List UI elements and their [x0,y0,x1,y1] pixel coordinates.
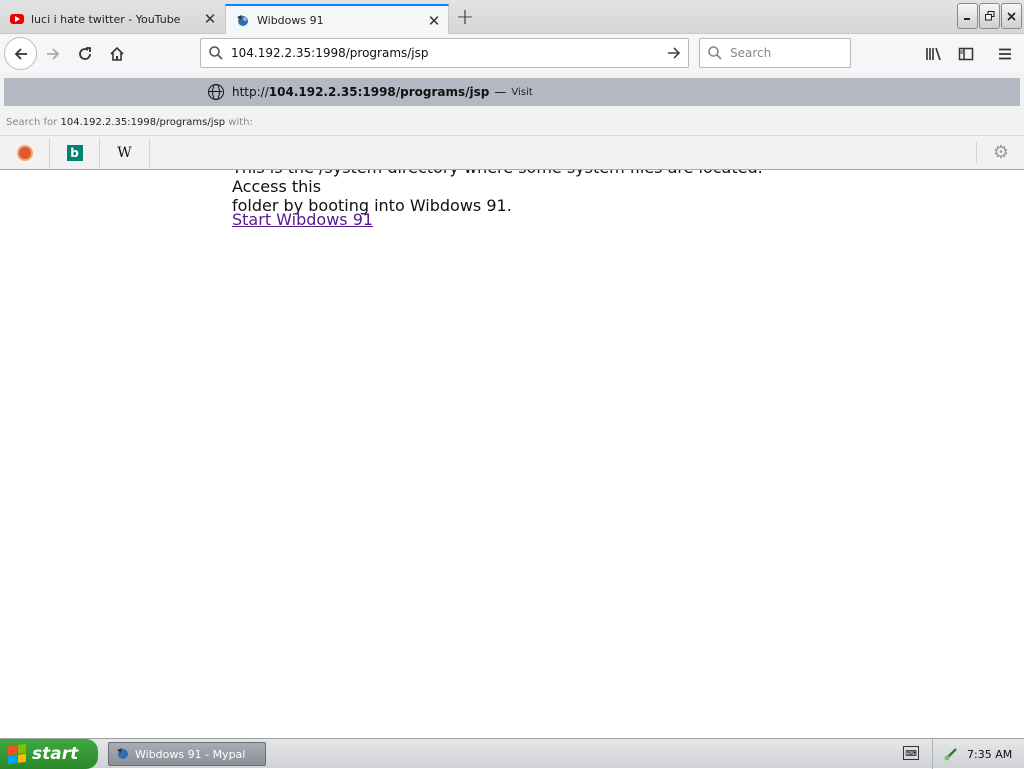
restore-button[interactable] [979,3,1000,29]
back-button[interactable] [4,37,37,70]
start-wibdows-link[interactable]: Start Wibdows 91 [232,210,373,229]
window-controls [957,3,1022,29]
start-button[interactable]: start [0,739,98,769]
url-dropdown: http://104.192.2.35:1998/programs/jsp — … [0,73,1024,170]
search-placeholder: Search [730,46,772,60]
search-for-prefix: Search for [6,117,58,128]
close-tab-icon[interactable]: ✕ [424,11,444,31]
navigation-toolbar: 104.192.2.35:1998/programs/jsp Search [0,34,1024,73]
hamburger-menu-icon [999,48,1011,60]
search-engine-bar: b W ⚙ [0,135,1024,169]
system-tray: 7:35 AM [932,739,1024,769]
suggestion-dash: — [494,85,507,99]
youtube-icon [9,12,24,27]
search-for-suffix: with: [228,117,253,128]
tab-title: luci i hate twitter - YouTube [31,12,181,26]
taskbar-item-label: Wibdows 91 - Mypal [135,747,246,761]
taskbar-item-mypal[interactable]: Wibdows 91 - Mypal [108,742,266,766]
url-suggestion-row[interactable]: http://104.192.2.35:1998/programs/jsp — … [4,78,1020,106]
suggestion-prefix: http:// [232,85,269,99]
search-icon [700,45,730,61]
new-tab-button[interactable]: + [452,5,478,30]
wikipedia-engine-button[interactable]: W [100,137,150,168]
keyboard-icon[interactable]: ⌨ [903,746,919,760]
bing-engine-button[interactable]: b [50,137,100,168]
search-icon [201,45,231,61]
clock[interactable]: 7:35 AM [967,748,1012,761]
go-arrow-icon[interactable] [660,45,688,61]
sidebar-button[interactable] [952,40,980,68]
tab-wibdows[interactable]: Wibdows 91 ✕ [225,4,449,35]
forward-arrow-icon [47,48,60,60]
taskbar: start Wibdows 91 - Mypal ⌨ 7:35 AM [0,738,1024,769]
reload-button[interactable] [71,40,99,68]
search-for-label: Search for 104.192.2.35:1998/programs/js… [6,117,253,128]
start-label: start [32,744,79,764]
home-icon [110,46,124,61]
reload-icon [79,47,91,60]
menu-button[interactable] [991,40,1019,68]
suggestion-url: 104.192.2.35:1998/programs/jsp [268,85,490,99]
search-field[interactable]: Search [699,38,851,68]
close-tab-icon[interactable]: ✕ [200,9,220,29]
minimize-button[interactable] [957,3,978,29]
bing-icon: b [66,144,83,161]
tab-title: Wibdows 91 [257,14,324,27]
back-arrow-icon [14,47,27,60]
mypal-icon [115,746,131,762]
close-window-button[interactable] [1001,3,1022,29]
library-icon [926,47,941,61]
url-bar[interactable]: 104.192.2.35:1998/programs/jsp [200,38,689,68]
search-for-term: 104.192.2.35:1998/programs/jsp [60,117,226,128]
tab-youtube[interactable]: luci i hate twitter - YouTube ✕ [0,4,224,34]
duckduckgo-engine-button[interactable] [0,137,50,168]
windows-flag-icon [8,743,26,765]
forward-button[interactable] [39,40,67,68]
globe-icon [208,84,224,100]
page-content: This is the /system directory where some… [0,170,1024,738]
wibdows-icon [235,13,250,28]
description-line-1: This is the /system directory where some… [232,170,763,196]
suggestion-action: Visit [511,86,533,98]
search-settings-gear-icon[interactable]: ⚙ [975,142,1009,163]
url-text[interactable]: 104.192.2.35:1998/programs/jsp [231,46,660,60]
wikipedia-icon: W [117,144,132,161]
duckduckgo-icon [16,144,33,161]
page-description: This is the /system directory where some… [232,170,792,215]
network-icon[interactable] [943,746,959,762]
tab-strip: luci i hate twitter - YouTube ✕ Wibdows … [0,0,1024,35]
sidebar-icon [958,47,974,61]
library-button[interactable] [920,40,948,68]
home-button[interactable] [103,40,131,68]
